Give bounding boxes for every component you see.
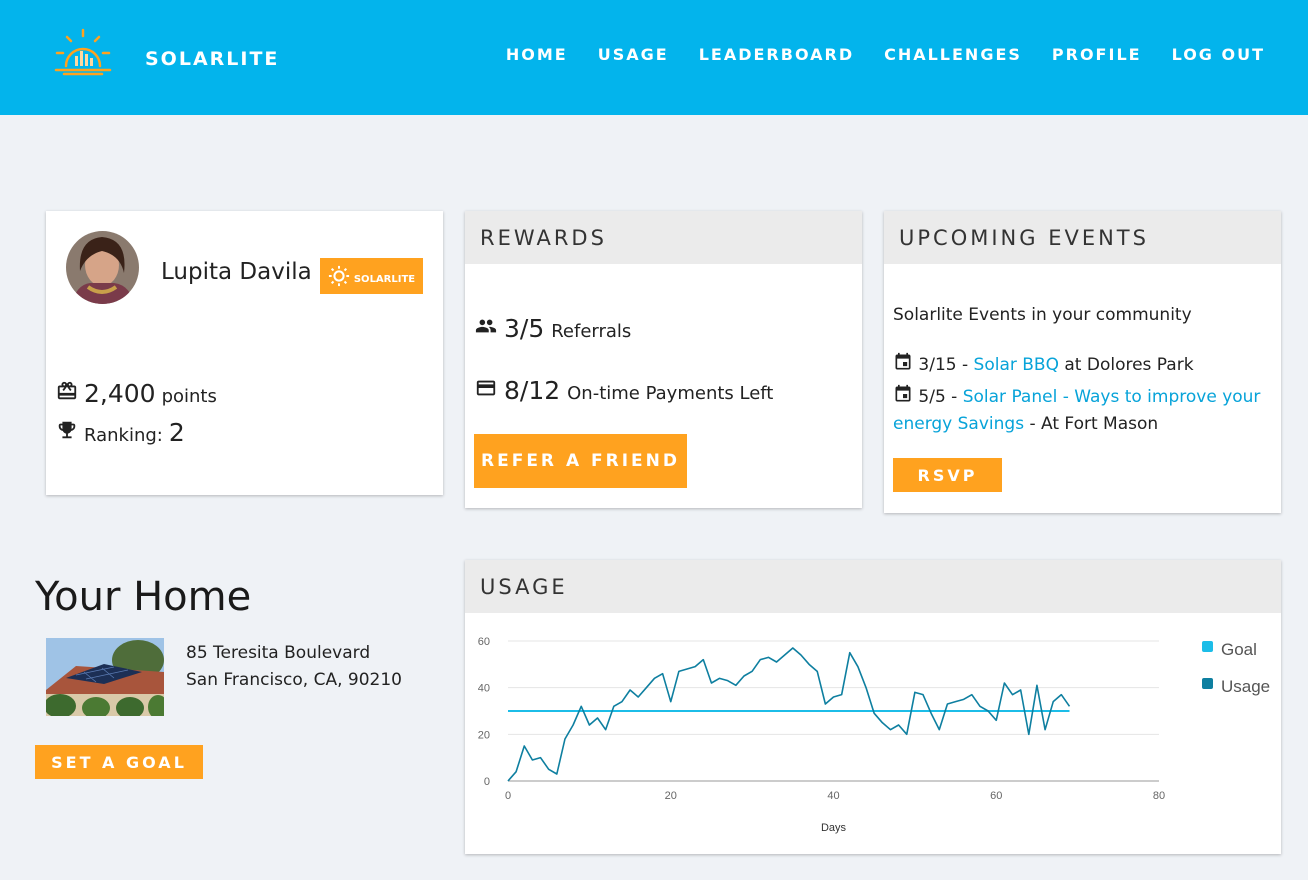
solarlite-badge[interactable]: SOLARLITE — [320, 258, 423, 294]
events-header: UPCOMING EVENTS — [884, 211, 1281, 264]
nav-usage[interactable]: USAGE — [598, 45, 669, 64]
legend-swatch-usage — [1202, 678, 1213, 689]
avatar — [66, 231, 139, 304]
address-line1: 85 Teresita Boulevard — [186, 643, 371, 663]
profile-name: Lupita Davila — [161, 259, 312, 285]
y-tick-label: 20 — [478, 729, 490, 741]
rewards-card: REWARDS 3/5 Referrals 8/12 On-time Payme… — [465, 211, 862, 508]
payments-label: On-time Payments Left — [567, 383, 774, 404]
usage-title: USAGE — [480, 574, 568, 599]
gift-card-icon — [57, 381, 77, 400]
solar-logo-icon[interactable] — [54, 28, 112, 78]
calendar-icon — [895, 352, 911, 370]
points-row: 2,400 points — [56, 379, 217, 408]
events-title: UPCOMING EVENTS — [899, 225, 1149, 250]
legend-swatch-goal — [1202, 641, 1213, 652]
legend-label-goal: Goal — [1221, 640, 1257, 659]
referrals-row: 3/5 Referrals — [475, 314, 631, 343]
nav-logout[interactable]: LOG OUT — [1172, 45, 1265, 64]
ranking-row: Ranking: 2 — [56, 418, 185, 447]
people-icon — [475, 319, 497, 333]
events-card: UPCOMING EVENTS Solarlite Events in your… — [884, 211, 1281, 513]
event-link-solar-bbq[interactable]: Solar BBQ — [974, 355, 1059, 375]
event-date: 5/5 - — [918, 387, 963, 407]
usage-header: USAGE — [465, 560, 1281, 613]
x-tick-label: 60 — [990, 790, 1002, 802]
event-location: at Dolores Park — [1058, 355, 1194, 375]
x-tick-label: 0 — [505, 790, 511, 802]
rewards-title: REWARDS — [480, 225, 607, 250]
event-item: 3/15 - Solar BBQ at Dolores Park — [893, 352, 1263, 379]
trophy-icon — [58, 421, 76, 439]
refer-friend-button[interactable]: REFER A FRIEND — [474, 434, 687, 488]
nav-leaderboard[interactable]: LEADERBOARD — [699, 45, 854, 64]
points-label: points — [161, 386, 217, 407]
usage-card: USAGE 0 20 40 60 0 20 40 60 80 Days Goal Usage — [465, 560, 1281, 854]
nav-challenges[interactable]: CHALLENGES — [884, 45, 1022, 64]
calendar-icon — [895, 384, 911, 402]
events-intro: Solarlite Events in your community — [893, 305, 1192, 325]
series-line-usage — [507, 647, 1071, 782]
rsvp-button[interactable]: RSVP — [893, 458, 1002, 492]
home-address: 85 Teresita Boulevard San Francisco, CA,… — [186, 640, 402, 694]
y-tick-label: 60 — [478, 636, 490, 648]
payments-row: 8/12 On-time Payments Left — [475, 376, 773, 405]
ranking-label: Ranking: — [84, 425, 163, 446]
badge-label: SOLARLITE — [353, 273, 416, 285]
event-item: 5/5 - Solar Panel - Ways to improve your… — [893, 384, 1263, 438]
y-tick-label: 40 — [478, 683, 490, 695]
brand-name[interactable]: SOLARLITE — [145, 48, 279, 70]
x-tick-label: 20 — [665, 790, 677, 802]
ranking-value: 2 — [168, 418, 185, 447]
referrals-label: Referrals — [551, 321, 632, 342]
x-tick-label: 80 — [1153, 790, 1165, 802]
x-tick-label: 40 — [827, 790, 839, 802]
y-tick-label: 0 — [484, 776, 490, 788]
event-location: - At Fort Mason — [1024, 414, 1159, 434]
usage-chart: 0 20 40 60 0 20 40 60 80 Days Goal Usage — [478, 636, 1270, 834]
profile-card: Lupita Davila SOLARLITE 2,400 points Ran… — [46, 211, 443, 495]
sun-icon — [328, 265, 349, 287]
top-navbar: SOLARLITE HOME USAGE LEADERBOARD CHALLEN… — [0, 0, 1308, 115]
rewards-header: REWARDS — [465, 211, 862, 264]
main-nav: HOME USAGE LEADERBOARD CHALLENGES PROFIL… — [506, 45, 1265, 64]
address-line2: San Francisco, CA, 90210 — [186, 670, 402, 690]
legend-label-usage: Usage — [1221, 677, 1270, 696]
set-goal-button[interactable]: SET A GOAL — [35, 745, 203, 779]
x-axis-label: Days — [821, 822, 847, 834]
credit-card-icon — [476, 380, 496, 396]
nav-profile[interactable]: PROFILE — [1052, 45, 1142, 64]
nav-home[interactable]: HOME — [506, 45, 568, 64]
event-date: 3/15 - — [918, 355, 974, 375]
referrals-value: 3/5 — [504, 314, 545, 343]
home-title: Your Home — [35, 574, 252, 620]
points-value: 2,400 — [84, 379, 156, 408]
payments-value: 8/12 — [504, 376, 561, 405]
house-photo — [46, 638, 164, 716]
